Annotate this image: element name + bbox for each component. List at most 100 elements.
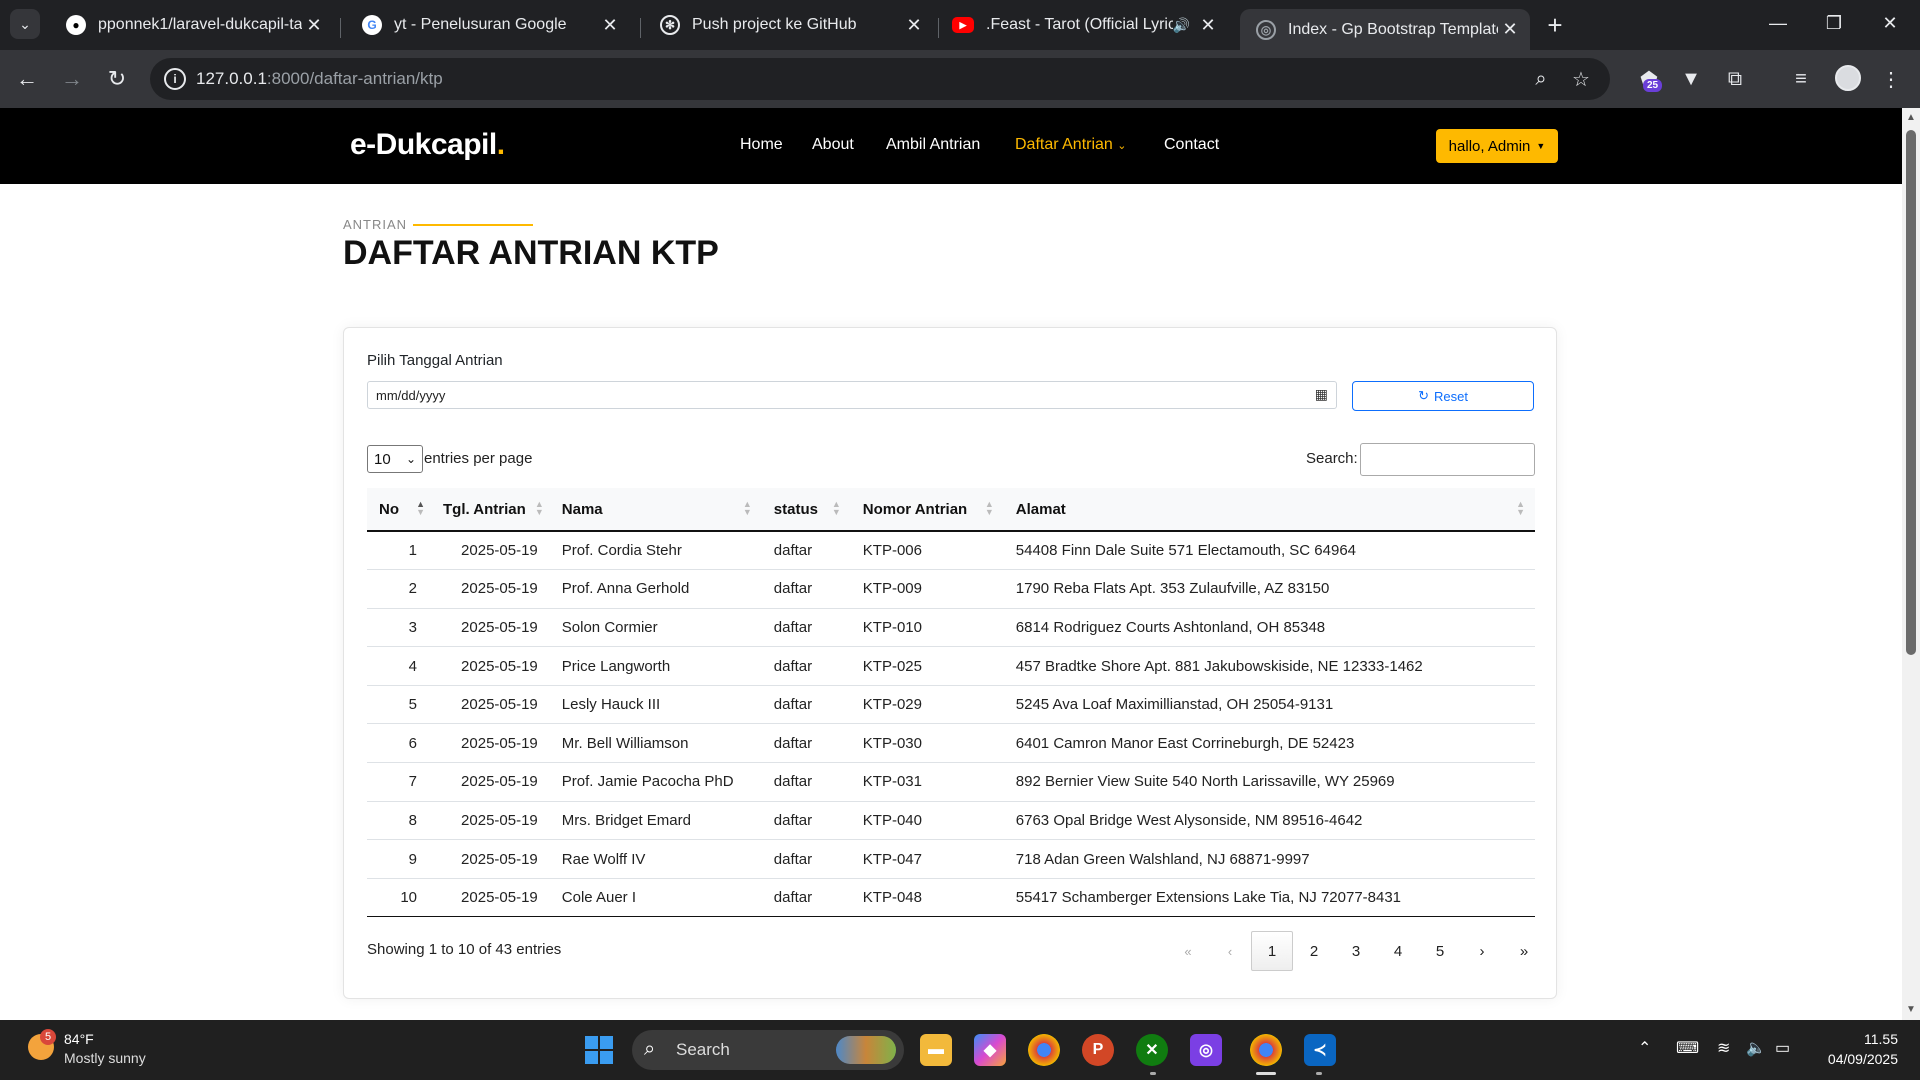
nav-ambil-antrian[interactable]: Ambil Antrian bbox=[886, 136, 980, 154]
tab-youtube[interactable]: ▶ .Feast - Tarot (Official Lyric V 🔊 ✕ bbox=[936, 9, 1228, 41]
queue-card: Pilih Tanggal Antrian mm/dd/yyyy ▦ ↻ Rese… bbox=[343, 327, 1557, 999]
entries-per-page-select[interactable]: 10 ⌄ bbox=[367, 445, 423, 473]
media-controls-icon[interactable]: ≡ bbox=[1786, 64, 1816, 94]
tab-title: Index - Gp Bootstrap Template bbox=[1288, 20, 1498, 38]
cell-nama: Mr. Bell Williamson bbox=[549, 723, 762, 764]
site-info-icon[interactable]: i bbox=[164, 68, 186, 90]
cell-tgl-antrian: 2025-05-19 bbox=[431, 723, 550, 764]
page-last-button[interactable]: » bbox=[1503, 931, 1545, 971]
chrome-icon[interactable] bbox=[1028, 1034, 1060, 1066]
nav-about[interactable]: About bbox=[812, 136, 854, 154]
nav-contact[interactable]: Contact bbox=[1164, 136, 1219, 154]
scrollbar-thumb[interactable] bbox=[1906, 130, 1916, 655]
page-2-button[interactable]: 2 bbox=[1293, 931, 1335, 971]
cell-tgl-antrian: 2025-05-19 bbox=[431, 646, 550, 686]
weather-description[interactable]: Mostly sunny bbox=[64, 1050, 146, 1066]
page-viewport: e-Dukcapil. Home About Ambil Antrian Daf… bbox=[0, 108, 1902, 1020]
close-icon[interactable]: ✕ bbox=[1498, 19, 1522, 40]
keyboard-icon[interactable]: ⌨ bbox=[1676, 1038, 1699, 1058]
cell-status: daftar bbox=[761, 646, 851, 686]
app-active-indicator bbox=[1256, 1072, 1276, 1075]
tab-chatgpt[interactable]: ✻ Push project ke GitHub ✕ bbox=[644, 9, 934, 41]
page-4-button[interactable]: 4 bbox=[1377, 931, 1419, 971]
page-3-button[interactable]: 3 bbox=[1335, 931, 1377, 971]
clock-time[interactable]: 11.55 bbox=[1858, 1031, 1898, 1047]
forward-icon[interactable]: → bbox=[57, 64, 87, 94]
weather-temperature[interactable]: 84°F bbox=[64, 1031, 94, 1047]
column-header-tgl-antrian[interactable]: Tgl. Antrian ▲ ▼ bbox=[431, 488, 550, 532]
column-header-no[interactable]: No ▲ ▼ bbox=[367, 488, 431, 532]
tab-search-button[interactable]: ⌄ bbox=[10, 9, 40, 39]
windows-start-icon[interactable] bbox=[585, 1036, 613, 1064]
cell-nomor-antrian: KTP-040 bbox=[850, 801, 1004, 841]
chrome-profile-icon[interactable] bbox=[1250, 1034, 1282, 1066]
scroll-up-icon[interactable]: ▲ bbox=[1906, 112, 1916, 123]
page-prev-button[interactable]: ‹ bbox=[1209, 931, 1251, 971]
column-header-status[interactable]: status ▲ ▼ bbox=[761, 488, 851, 532]
calendar-icon[interactable]: ▦ bbox=[1315, 386, 1328, 403]
window-close-icon[interactable]: ✕ bbox=[1870, 8, 1910, 38]
wifi-icon[interactable]: ≋ bbox=[1717, 1038, 1730, 1058]
user-dropdown-button[interactable]: hallo, Admin ▼ bbox=[1436, 129, 1558, 163]
powerpoint-icon[interactable]: P bbox=[1082, 1034, 1114, 1066]
tab-github[interactable]: ● pponnek1/laravel-dukcapil-ta ✕ bbox=[50, 9, 334, 41]
profile-avatar[interactable] bbox=[1835, 65, 1861, 91]
clock-date[interactable]: 04/09/2025 bbox=[1818, 1051, 1898, 1067]
scroll-down-icon[interactable]: ▼ bbox=[1906, 1004, 1916, 1015]
battery-icon[interactable]: ▭ bbox=[1775, 1038, 1790, 1058]
back-icon[interactable]: ← bbox=[12, 64, 42, 94]
page-next-button[interactable]: › bbox=[1461, 931, 1503, 971]
site-header: e-Dukcapil. Home About Ambil Antrian Daf… bbox=[0, 108, 1902, 184]
cell-nomor-antrian: KTP-009 bbox=[850, 569, 1004, 609]
cell-nama: Rae Wolff IV bbox=[549, 839, 762, 879]
bookmark-star-icon[interactable]: ☆ bbox=[1568, 66, 1594, 92]
page-scrollbar[interactable]: ▲ ▼ bbox=[1902, 108, 1920, 1020]
more-menu-icon[interactable]: ⋮ bbox=[1876, 64, 1906, 94]
column-header-nama[interactable]: Nama ▲ ▼ bbox=[549, 488, 762, 532]
reset-button[interactable]: ↻ Reset bbox=[1352, 381, 1534, 411]
volume-icon[interactable]: 🔈 bbox=[1746, 1038, 1766, 1058]
restore-icon[interactable]: ❐ bbox=[1814, 8, 1854, 38]
date-filter-input[interactable]: mm/dd/yyyy ▦ bbox=[367, 381, 1337, 409]
column-header-alamat[interactable]: Alamat ▲ ▼ bbox=[1003, 488, 1535, 532]
column-header-label: status bbox=[773, 500, 818, 518]
table-row: 6 2025-05-19 Mr. Bell Williamson daftar … bbox=[367, 723, 1535, 764]
search-input[interactable] bbox=[1360, 443, 1535, 476]
site-logo[interactable]: e-Dukcapil. bbox=[350, 128, 505, 162]
vuetify-extension-icon[interactable]: ▼ bbox=[1676, 64, 1706, 94]
close-icon[interactable]: ✕ bbox=[902, 15, 926, 36]
cell-tgl-antrian: 2025-05-19 bbox=[431, 685, 550, 725]
extensions-puzzle-icon[interactable]: ⧉ bbox=[1720, 64, 1750, 94]
tab-google-search[interactable]: G yt - Penelusuran Google ✕ bbox=[346, 9, 630, 41]
vscode-icon[interactable]: ≺ bbox=[1304, 1034, 1336, 1066]
show-hidden-icons-chevron-icon[interactable]: ⌃ bbox=[1638, 1038, 1651, 1058]
speaker-icon[interactable]: 🔊 bbox=[1173, 17, 1190, 34]
cell-alamat: 892 Bernier View Suite 540 North Larissa… bbox=[1003, 762, 1535, 802]
zoom-icon[interactable]: ⌕ bbox=[1528, 66, 1554, 92]
minimize-icon[interactable]: — bbox=[1758, 8, 1798, 38]
table-row: 7 2025-05-19 Prof. Jamie Pacocha PhD daf… bbox=[367, 762, 1535, 802]
tab-active-index[interactable]: ◎ Index - Gp Bootstrap Template ✕ bbox=[1240, 9, 1530, 50]
nav-daftar-antrian[interactable]: Daftar Antrian ⌄ bbox=[1015, 136, 1127, 154]
column-header-nomor-antrian[interactable]: Nomor Antrian ▲ ▼ bbox=[850, 488, 1004, 532]
xbox-icon[interactable]: ✕ bbox=[1136, 1034, 1168, 1066]
close-icon[interactable]: ✕ bbox=[1196, 15, 1220, 36]
url-text[interactable]: 127.0.0.1:8000/daftar-antrian/ktp bbox=[196, 69, 443, 89]
cell-nomor-antrian: KTP-030 bbox=[850, 723, 1004, 764]
close-icon[interactable]: ✕ bbox=[598, 15, 622, 36]
cell-nomor-antrian: KTP-031 bbox=[850, 762, 1004, 802]
taskbar-search[interactable]: ⌕ Search bbox=[632, 1030, 904, 1070]
reload-icon[interactable]: ↻ bbox=[102, 64, 132, 94]
page-first-button[interactable]: « bbox=[1167, 931, 1209, 971]
copilot-icon[interactable]: ◆ bbox=[974, 1034, 1006, 1066]
new-tab-button[interactable]: + bbox=[1540, 10, 1570, 40]
page-5-button[interactable]: 5 bbox=[1419, 931, 1461, 971]
close-icon[interactable]: ✕ bbox=[302, 15, 326, 36]
file-explorer-icon[interactable]: ▬ bbox=[920, 1034, 952, 1066]
page-1-button[interactable]: 1 bbox=[1251, 931, 1293, 971]
cell-no: 1 bbox=[367, 531, 431, 571]
proton-vpn-icon[interactable]: ◎ bbox=[1190, 1034, 1222, 1066]
nav-home[interactable]: Home bbox=[740, 136, 783, 154]
address-bar[interactable]: i 127.0.0.1:8000/daftar-antrian/ktp ⌕ ☆ bbox=[150, 58, 1610, 100]
cell-alamat: 1790 Reba Flats Apt. 353 Zulaufville, AZ… bbox=[1003, 569, 1535, 609]
